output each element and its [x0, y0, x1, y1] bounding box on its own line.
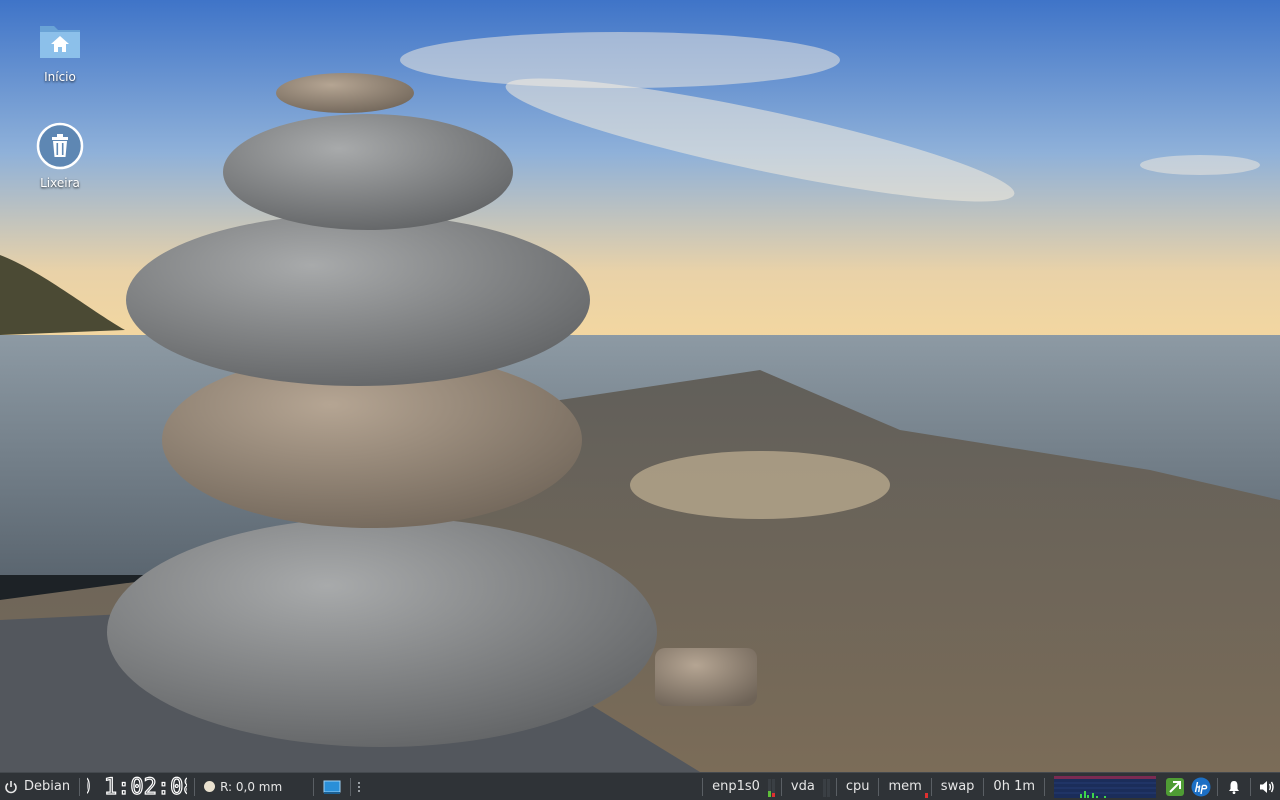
panel-separator	[194, 777, 196, 796]
digital-clock[interactable]: 0 1:02:08	[83, 774, 191, 800]
moon-icon	[204, 781, 216, 792]
disk-monitor[interactable]: vda	[785, 773, 821, 800]
cpu-label: cpu	[845, 779, 870, 794]
panel-separator	[780, 777, 782, 796]
memory-usage-indicator	[924, 793, 928, 798]
trash-icon	[36, 122, 84, 170]
workspace-pager[interactable]	[317, 779, 347, 795]
panel-separator	[983, 777, 985, 796]
network-plug-icon	[1166, 777, 1184, 796]
network-monitor[interactable]: enp1s0	[706, 773, 766, 800]
panel-separator	[930, 777, 932, 796]
desktop-wallpaper	[0, 0, 1280, 772]
bell-icon	[1229, 780, 1239, 794]
swap-label: swap	[940, 779, 975, 794]
memory-label: mem	[888, 779, 922, 794]
network-label: enp1s0	[712, 779, 760, 794]
desktop-icon-home-label: Início	[44, 70, 76, 84]
disk-label: vda	[790, 779, 815, 794]
clock-display: 0 1:02:08	[87, 774, 187, 800]
disk-activity-bars	[822, 777, 831, 797]
speaker-icon	[1260, 780, 1274, 793]
clock-text: 0 1:02:08	[87, 775, 187, 800]
hp-logo-icon	[1191, 777, 1211, 796]
panel-separator	[1217, 777, 1218, 796]
memory-monitor[interactable]: mem	[882, 773, 928, 800]
desktop-icon-trash[interactable]: Lixeira	[15, 122, 105, 190]
panel-separator	[1044, 777, 1045, 796]
panel-separator	[313, 777, 315, 796]
panel-separator	[835, 777, 837, 796]
cpu-monitor[interactable]: cpu	[840, 773, 876, 800]
home-folder-icon	[40, 26, 80, 58]
swap-monitor[interactable]: swap	[935, 773, 981, 800]
system-load-graph[interactable]	[1054, 775, 1156, 798]
panel-drag-handle[interactable]	[357, 781, 361, 793]
start-menu-label: Debian	[24, 779, 71, 794]
panel-separator	[702, 777, 704, 796]
weather-text: R: 0,0 mm	[220, 779, 283, 794]
load-graph-plot	[1054, 775, 1156, 798]
panel-separator	[350, 777, 352, 796]
weather-applet[interactable]: R: 0,0 mm	[198, 780, 310, 794]
notifications-button[interactable]	[1223, 776, 1245, 798]
panel-separator	[878, 777, 880, 796]
network-manager-icon[interactable]	[1164, 776, 1186, 798]
hp-printer-icon[interactable]	[1190, 776, 1212, 798]
desktop-icon-home[interactable]: Início	[15, 16, 105, 84]
desktop-icon-trash-label: Lixeira	[40, 176, 80, 190]
panel-separator	[79, 777, 81, 796]
panel-separator	[1250, 777, 1251, 796]
bottom-panel: Debian 0 1:02:08 R: 0,0 mm enp1s0 vda cp…	[0, 772, 1280, 800]
volume-button[interactable]	[1256, 776, 1278, 798]
uptime-monitor[interactable]: 0h 1m	[987, 773, 1041, 800]
workspace-icon	[323, 780, 341, 794]
network-activity-bars	[767, 777, 776, 797]
start-menu-button[interactable]: Debian	[0, 773, 76, 800]
uptime-label: 0h 1m	[993, 779, 1035, 794]
power-icon	[5, 780, 17, 793]
